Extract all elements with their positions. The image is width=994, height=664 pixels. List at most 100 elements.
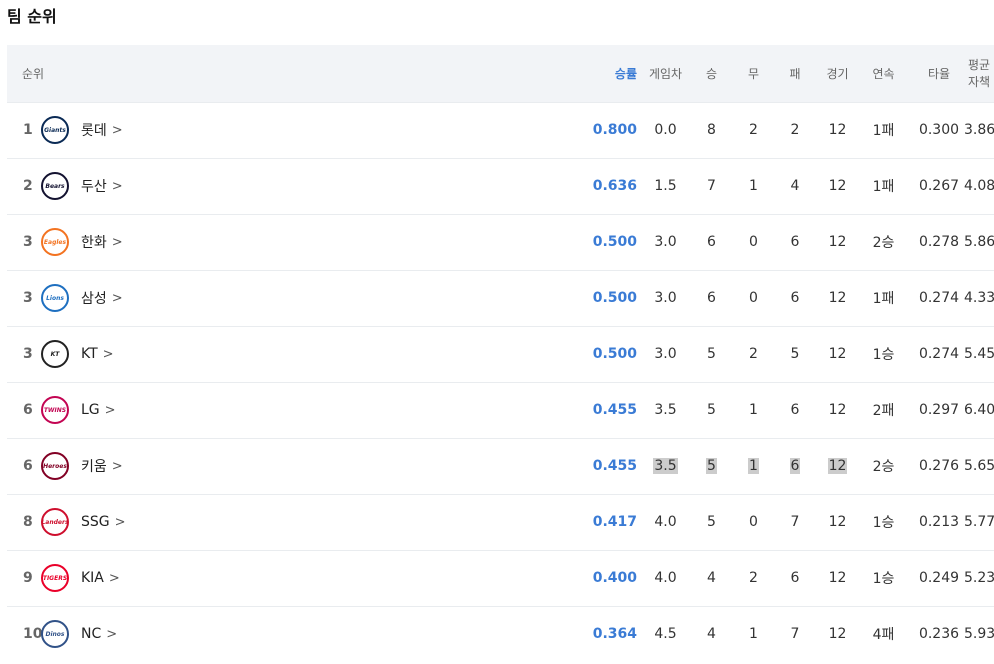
table-row[interactable]: 3 KT KT > 0.500 3.0 5 2 5 12 1승 0.274 5.45 (7, 326, 994, 382)
team-link[interactable]: Landers SSG > (41, 508, 532, 536)
col-header-team (47, 45, 532, 102)
win-pct: 0.500 (592, 290, 637, 306)
table-row[interactable]: 2 Bears 두산 > 0.636 1.5 7 1 4 12 1패 0.267 4.08 (7, 158, 994, 214)
stat-l: 5 (790, 346, 800, 362)
stat-era: 4.33 (964, 290, 994, 306)
stat-l: 6 (790, 570, 800, 586)
stat-streak: 2패 (872, 403, 895, 419)
stat-gb: 3.0 (654, 290, 677, 306)
team-link[interactable]: Heroes 키움 > (41, 452, 532, 480)
stat-l: 2 (790, 122, 800, 138)
stat-era: 3.86 (964, 122, 994, 138)
stat-d: 2 (749, 570, 758, 586)
col-header-era[interactable]: 평균자책 (964, 45, 994, 102)
stat-streak: 1패 (872, 123, 895, 139)
team-link[interactable]: TIGERS KIA > (41, 564, 532, 592)
team-name: KT (81, 346, 98, 362)
team-name: 두산 (81, 179, 107, 195)
stat-d: 1 (749, 402, 758, 418)
stat-g: 12 (828, 290, 847, 306)
team-link[interactable]: Dinos NC > (41, 620, 532, 649)
stat-streak: 1승 (872, 347, 895, 363)
stat-streak: 2승 (872, 459, 895, 475)
stat-w: 5 (707, 402, 716, 418)
chevron-right-icon: > (111, 122, 123, 138)
stat-w: 6 (707, 234, 716, 250)
col-header-rank[interactable]: 순위 (7, 45, 47, 102)
team-name: 삼성 (81, 291, 107, 307)
team-name: LG (81, 402, 100, 418)
col-header-streak[interactable]: 연속 (853, 45, 914, 102)
stat-era: 5.23 (964, 570, 994, 586)
stat-l: 6 (789, 458, 801, 474)
team-link[interactable]: TWINS LG > (41, 396, 532, 424)
stat-d: 1 (749, 626, 758, 643)
table-row[interactable]: 6 Heroes 키움 > 0.455 3.5 5 1 6 12 2승 0.276 5.65 (7, 438, 994, 494)
stat-gb: 3.5 (653, 458, 678, 474)
team-link[interactable]: Bears 두산 > (41, 172, 532, 200)
stat-era: 4.08 (964, 178, 994, 194)
stat-g: 12 (828, 570, 847, 586)
stat-l: 6 (790, 290, 800, 306)
stat-batting-avg: 0.297 (918, 402, 960, 418)
team-link[interactable]: KT KT > (41, 340, 532, 368)
stat-streak: 4패 (872, 627, 895, 644)
col-header-win-pct[interactable]: 승률 (532, 45, 647, 102)
team-name: KIA (81, 570, 104, 586)
kt-wiz-logo-icon: KT (41, 340, 69, 368)
chevron-right-icon: > (111, 178, 123, 194)
table-header-row: 순위 승률 게임차 승 무 패 경기 연속 타율 평균자책 (7, 45, 994, 102)
team-link[interactable]: Eagles 한화 > (41, 228, 532, 256)
stat-w: 5 (707, 346, 716, 362)
team-name: 키움 (81, 459, 107, 475)
win-pct: 0.500 (592, 234, 637, 250)
col-header-draws[interactable]: 무 (739, 45, 768, 102)
chevron-right-icon: > (111, 234, 123, 250)
table-row[interactable]: 8 Landers SSG > 0.417 4.0 5 0 7 12 1승 0.213 5.77 (7, 494, 994, 550)
stat-g: 12 (828, 402, 847, 418)
col-header-games[interactable]: 경기 (822, 45, 853, 102)
chevron-right-icon: > (102, 346, 114, 362)
table-row[interactable]: 3 Eagles 한화 > 0.500 3.0 6 0 6 12 2승 0.278 5.86 (7, 214, 994, 270)
win-pct: 0.455 (592, 402, 637, 418)
stat-g: 12 (828, 234, 847, 250)
table-row[interactable]: 1 Giants 롯데 > 0.800 0.0 8 2 2 12 1패 0.300 3.86 (7, 102, 994, 158)
stat-gb: 4.0 (654, 514, 677, 530)
stat-l: 6 (790, 402, 800, 418)
stat-streak: 1패 (872, 291, 895, 307)
col-header-batting-avg[interactable]: 타율 (914, 45, 964, 102)
stat-l: 7 (790, 514, 800, 530)
stat-d: 0 (749, 514, 758, 530)
stat-batting-avg: 0.274 (918, 290, 960, 306)
stat-era: 5.77 (964, 514, 994, 530)
chevron-right-icon: > (106, 626, 118, 642)
stat-d: 0 (749, 234, 758, 250)
team-link[interactable]: Giants 롯데 > (41, 116, 532, 144)
table-row[interactable]: 9 TIGERS KIA > 0.400 4.0 4 2 6 12 1승 0.249 5.23 (7, 550, 994, 606)
table-row[interactable]: 10 Dinos NC > 0.364 4.5 4 1 7 12 4패 0.236 5.93 (7, 606, 994, 662)
stat-w: 7 (707, 178, 716, 194)
chevron-right-icon: > (108, 570, 120, 586)
table-row[interactable]: 3 Lions 삼성 > 0.500 3.0 6 0 6 12 1패 0.274 4.33 (7, 270, 994, 326)
chevron-right-icon: > (114, 514, 126, 530)
stat-d: 1 (749, 178, 758, 194)
win-pct: 0.455 (592, 458, 637, 474)
stat-gb: 3.0 (654, 234, 677, 250)
col-header-losses[interactable]: 패 (768, 45, 822, 102)
stat-l: 7 (790, 626, 800, 643)
stat-d: 1 (748, 458, 759, 474)
page-title: 팀 순위 (7, 7, 57, 26)
stat-g: 12 (828, 626, 847, 643)
chevron-right-icon: > (111, 458, 123, 474)
stat-gb: 3.0 (654, 346, 677, 362)
team-name: 롯데 (81, 123, 107, 139)
team-link[interactable]: Lions 삼성 > (41, 284, 532, 312)
table-row[interactable]: 6 TWINS LG > 0.455 3.5 5 1 6 12 2패 0.297 6.40 (7, 382, 994, 438)
team-name: NC (81, 626, 102, 643)
stat-batting-avg: 0.267 (918, 178, 960, 194)
col-header-games-behind[interactable]: 게임차 (647, 45, 684, 102)
stat-gb: 4.0 (654, 570, 677, 586)
kia-tigers-logo-icon: TIGERS (41, 564, 69, 592)
stat-gb: 3.5 (654, 402, 677, 418)
col-header-wins[interactable]: 승 (684, 45, 739, 102)
